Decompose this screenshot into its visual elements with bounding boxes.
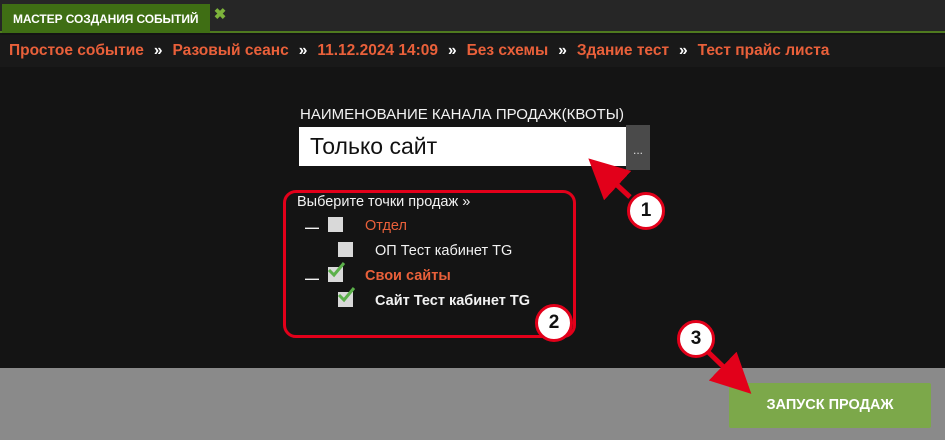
sales-points-title[interactable]: Выберите точки продаж » (297, 194, 470, 210)
minus-icon[interactable]: — (305, 219, 319, 235)
breadcrumb-separator: » (558, 42, 567, 59)
breadcrumb-separator: » (298, 42, 308, 59)
channel-name-input[interactable] (299, 127, 626, 166)
channel-more-button[interactable]: ... (626, 125, 650, 170)
close-icon[interactable]: ✖ (213, 7, 227, 22)
breadcrumb-item-price-list[interactable]: Тест прайс листа (698, 42, 830, 60)
checkmark-icon (337, 287, 356, 303)
annotation-badge-1: 1 (627, 192, 665, 230)
checkbox-group-own-sites[interactable] (327, 262, 346, 282)
breadcrumb-item-datetime[interactable]: 11.12.2024 14:09 (317, 42, 438, 60)
breadcrumb-item-scheme[interactable]: Без схемы (467, 42, 549, 60)
breadcrumb-separator: » (153, 42, 163, 59)
breadcrumb-separator: » (448, 42, 457, 59)
checkbox-item-op-test[interactable] (338, 242, 353, 257)
breadcrumb-item-building[interactable]: Здание тест (577, 42, 669, 60)
breadcrumb-item-event-type[interactable]: Простое событие (9, 42, 144, 60)
tree-item-site-test-label[interactable]: Сайт Тест кабинет TG (375, 293, 530, 309)
tree-group-own-sites-label[interactable]: Свои сайты (365, 268, 451, 284)
channel-name-label: НАИМЕНОВАНИЕ КАНАЛА ПРОДАЖ(КВОТЫ) (300, 106, 624, 123)
tree-item-op-test-label[interactable]: ОП Тест кабинет TG (375, 243, 512, 259)
checkbox-group-department[interactable] (328, 217, 343, 232)
minus-icon[interactable]: — (305, 270, 319, 286)
tree-group-department-label[interactable]: Отдел (365, 218, 407, 234)
annotation-badge-3: 3 (677, 320, 715, 358)
breadcrumb-item-session-type[interactable]: Разовый сеанс (173, 42, 289, 60)
annotation-arrow-1 (588, 158, 632, 201)
annotation-badge-2: 2 (535, 304, 573, 342)
tab-event-wizard[interactable]: МАСТЕР СОЗДАНИЯ СОБЫТИЙ (2, 4, 210, 33)
checkmark-icon (327, 262, 346, 278)
breadcrumb-separator: » (679, 42, 688, 59)
tab-bar: МАСТЕР СОЗДАНИЯ СОБЫТИЙ ✖ (0, 0, 945, 33)
launch-sales-button[interactable]: ЗАПУСК ПРОДАЖ (729, 383, 931, 428)
breadcrumb: Простое событие » Разовый сеанс » 11.12.… (0, 35, 945, 67)
checkbox-item-site-test[interactable] (337, 287, 356, 307)
